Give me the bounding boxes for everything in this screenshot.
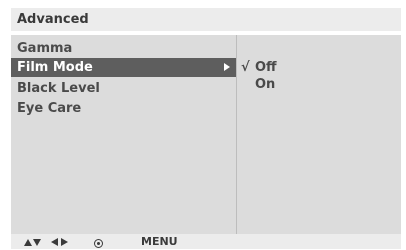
menu-item-label: Film Mode xyxy=(17,60,93,75)
option-label: On xyxy=(255,77,276,92)
menu-header: Advanced xyxy=(11,8,401,31)
option-off[interactable]: √ Off xyxy=(241,59,277,76)
arrow-right-icon xyxy=(224,63,230,71)
main-menu-panel: Gamma Film Mode Black Level Eye Care xyxy=(11,35,236,234)
ok-select-icon xyxy=(94,235,103,250)
menu-item-label: Gamma xyxy=(17,41,73,56)
osd-menu: Advanced Gamma Film Mode Black Level Eye… xyxy=(11,8,401,249)
page-title: Advanced xyxy=(17,12,89,27)
option-label: Off xyxy=(255,60,277,75)
menu-item-label: Eye Care xyxy=(17,101,82,116)
left-right-arrows-icon xyxy=(51,234,68,249)
option-on[interactable]: On xyxy=(241,76,275,93)
menu-item-eye-care[interactable]: Eye Care xyxy=(11,99,236,118)
menu-item-black-level[interactable]: Black Level xyxy=(11,79,236,98)
submenu-panel: √ Off On xyxy=(237,35,401,234)
menu-item-gamma[interactable]: Gamma xyxy=(11,39,236,58)
up-down-arrows-icon xyxy=(24,234,41,249)
checkmark-icon: √ xyxy=(241,60,250,75)
menu-item-label: Black Level xyxy=(17,81,100,96)
footer-hint-bar: MENU xyxy=(11,234,401,249)
menu-item-film-mode[interactable]: Film Mode xyxy=(11,58,236,77)
menu-hint-label: MENU xyxy=(141,235,178,248)
